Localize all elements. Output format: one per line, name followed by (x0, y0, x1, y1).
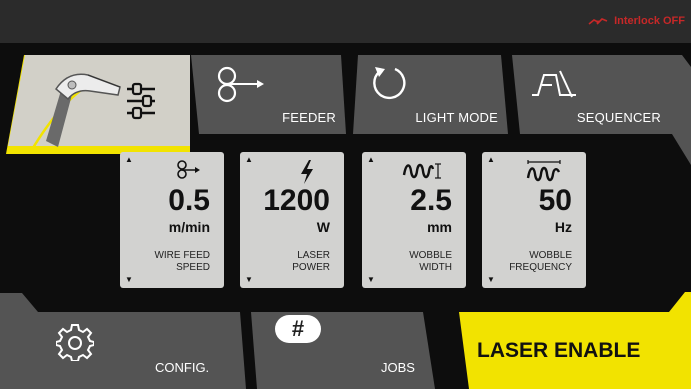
hash-icon: # (275, 315, 321, 343)
jobs-button[interactable]: # JOBS (251, 312, 435, 389)
param-card-wobble-frequency[interactable]: ▲ 50 Hz WOBBLE FREQUENCY ▼ (482, 152, 586, 288)
param-card-laser-power[interactable]: ▲ 1200 W LASER POWER ▼ (240, 152, 344, 288)
param-card-wire-feed-speed[interactable]: ▲ 0.5 m/min WIRE FEED SPEED ▼ (120, 152, 224, 288)
interlock-icon (588, 18, 608, 25)
param-name-line2: SPEED (176, 262, 210, 273)
param-name-line1: WOBBLE (529, 250, 572, 261)
decrease-arrow-icon[interactable]: ▼ (245, 276, 253, 284)
jobs-label: JOBS (381, 360, 415, 375)
param-name: WOBBLE WIDTH (409, 250, 452, 274)
wire-feeder-icon (177, 160, 200, 179)
param-value: 1200 (263, 184, 330, 217)
param-unit: m/min (168, 219, 210, 235)
tab-feeder-label: FEEDER (282, 110, 336, 125)
param-name-line2: FREQUENCY (509, 262, 572, 273)
decrease-arrow-icon[interactable]: ▼ (487, 276, 495, 284)
wire-feeder-icon (217, 66, 264, 103)
wobble-width-icon (402, 163, 441, 179)
tab-sequencer-label: SEQUENCER (576, 110, 661, 125)
param-name-line1: WOBBLE (409, 250, 452, 261)
param-name: WOBBLE FREQUENCY (509, 250, 572, 274)
tab-feeder[interactable]: FEEDER (191, 55, 346, 134)
decrease-arrow-icon[interactable]: ▼ (125, 276, 133, 284)
param-unit: mm (427, 219, 452, 235)
wobble-frequency-icon (526, 160, 561, 182)
laser-enable-label: LASER ENABLE (477, 339, 641, 362)
tab-light-mode[interactable]: LIGHT MODE (353, 55, 508, 134)
param-name: WIRE FEED SPEED (154, 250, 210, 274)
param-unit: W (316, 219, 330, 235)
param-value: 2.5 (410, 184, 452, 217)
tab-light-mode-label: LIGHT MODE (415, 110, 498, 125)
param-card-wobble-width[interactable]: ▲ 2.5 mm WOBBLE WIDTH ▼ (362, 152, 466, 288)
param-name-line1: LASER (297, 250, 330, 261)
hash-icon-glyph: # (291, 316, 305, 341)
config-button[interactable]: CONFIG. (0, 290, 246, 389)
decrease-arrow-icon[interactable]: ▼ (367, 276, 375, 284)
circular-arrow-icon (373, 67, 406, 100)
param-name-line1: WIRE FEED (154, 250, 210, 261)
interlock-label: Interlock OFF (614, 15, 685, 27)
param-name-line2: WIDTH (419, 262, 452, 273)
param-value: 0.5 (168, 184, 210, 217)
status-bar: Interlock OFF (0, 0, 691, 43)
config-label: CONFIG. (155, 360, 210, 375)
param-unit: Hz (554, 219, 572, 235)
laser-enable-button[interactable]: LASER ENABLE (445, 290, 691, 389)
gear-icon (56, 324, 94, 361)
interlock-status: Interlock OFF (588, 12, 685, 30)
tab-sequencer[interactable]: SEQUENCER (512, 55, 691, 165)
sequence-pulse-icon (532, 70, 576, 98)
param-value: 50 (538, 184, 572, 217)
param-name: LASER POWER (292, 250, 330, 274)
tab-laser-settings[interactable] (6, 55, 190, 155)
lightning-icon (301, 160, 313, 184)
sliders-icon (127, 82, 155, 120)
param-name-line2: POWER (292, 262, 330, 273)
laser-gun-icon (30, 73, 121, 150)
